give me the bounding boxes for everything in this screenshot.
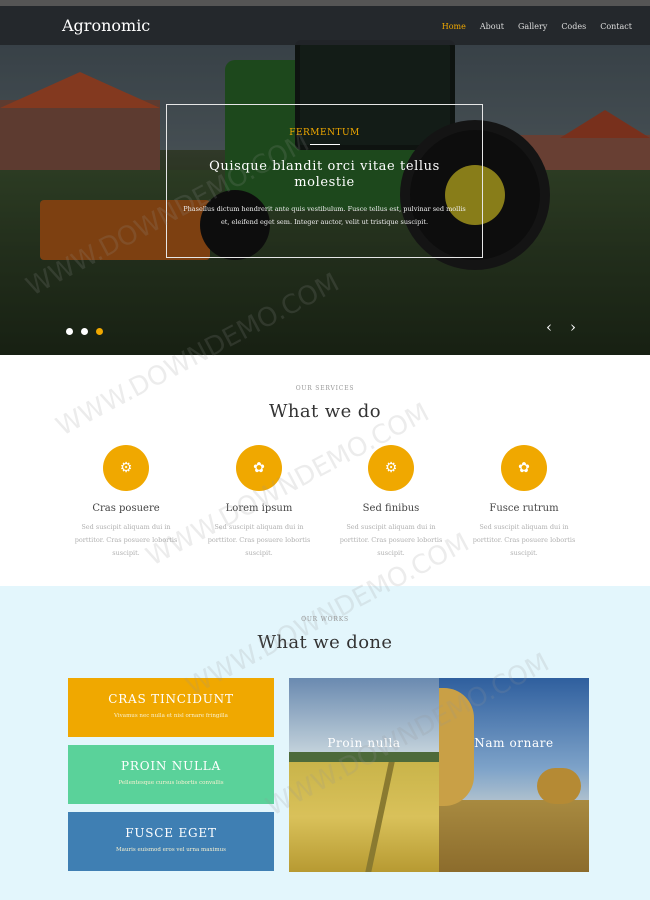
service-item: ✿ Fusce rutrum Sed suscipit aliquam dui … [468, 445, 580, 560]
slider-next-icon[interactable]: › [570, 318, 576, 336]
works-title: What we done [257, 632, 393, 653]
work-photo-wheat-field[interactable]: Proin nulla [289, 678, 439, 872]
slider-prev-icon[interactable]: ‹ [546, 318, 552, 336]
work-card-proin-nulla[interactable]: PROIN NULLA Pellentesque cursus lobortis… [68, 745, 274, 804]
nav-contact[interactable]: Contact [600, 22, 632, 31]
hay-bale-small [537, 768, 581, 804]
top-nav-bar: Agronomic Home About Gallery Codes Conta… [0, 0, 650, 45]
service-text: Sed suscipit aliquam dui in porttitor. C… [74, 523, 178, 557]
nav-codes[interactable]: Codes [561, 22, 586, 31]
services-kicker: OUR SERVICES [295, 385, 355, 392]
hero-divider [309, 144, 340, 145]
work-card-subtitle: Mauris euismod eros vel urna maximus [116, 847, 226, 853]
leaf-icon[interactable]: ✿ [501, 445, 547, 491]
photo-treeline [289, 752, 439, 762]
slider-dot-3[interactable] [96, 328, 103, 335]
main-nav: Home About Gallery Codes Contact [442, 22, 632, 31]
slider-dot-1[interactable] [66, 328, 73, 335]
site-logo[interactable]: Agronomic [62, 16, 150, 35]
work-card-cras-tincidunt[interactable]: CRAS TINCIDUNT Vivamus nec nulla et nisl… [68, 678, 274, 737]
service-title[interactable]: Fusce rutrum [468, 503, 580, 514]
service-title[interactable]: Lorem ipsum [203, 503, 315, 514]
photo-stubble [439, 800, 589, 872]
hero-kicker: FERMENTUM [289, 128, 360, 138]
work-card-subtitle: Pellentesque cursus lobortis convallis [118, 780, 224, 786]
service-item: ✿ Lorem ipsum Sed suscipit aliquam dui i… [203, 445, 315, 560]
photo-caption: Proin nulla [327, 736, 401, 750]
work-card-title: PROIN NULLA [120, 759, 222, 773]
services-title: What we do [269, 401, 381, 422]
service-text: Sed suscipit aliquam dui in porttitor. C… [339, 523, 443, 557]
slider-dot-2[interactable] [81, 328, 88, 335]
leaf-icon[interactable]: ✿ [236, 445, 282, 491]
gear-icon[interactable]: ⚙ [368, 445, 414, 491]
photo-wheat [289, 762, 439, 872]
work-card-subtitle: Vivamus nec nulla et nisl ornare fringil… [114, 713, 228, 719]
service-text: Sed suscipit aliquam dui in porttitor. C… [207, 523, 311, 557]
work-card-fusce-eget[interactable]: FUSCE EGET Mauris euismod eros vel urna … [68, 812, 274, 871]
hero-slider: Agronomic Home About Gallery Codes Conta… [0, 0, 650, 355]
service-item: ⚙ Cras posuere Sed suscipit aliquam dui … [70, 445, 182, 560]
service-title[interactable]: Cras posuere [70, 503, 182, 514]
works-kicker: OUR WORKS [301, 616, 349, 623]
works-section: OUR WORKS What we done CRAS TINCIDUNT Vi… [0, 586, 650, 900]
gear-icon[interactable]: ⚙ [103, 445, 149, 491]
photo-caption: Nam ornare [474, 736, 554, 750]
nav-gallery[interactable]: Gallery [518, 22, 547, 31]
work-card-title: CRAS TINCIDUNT [108, 692, 234, 706]
service-text: Sed suscipit aliquam dui in porttitor. C… [472, 523, 576, 557]
hero-text: Phasellus dictum hendrerit ante quis ves… [183, 205, 466, 226]
nav-about[interactable]: About [480, 22, 504, 31]
service-title[interactable]: Sed finibus [335, 503, 447, 514]
services-section: OUR SERVICES What we do ⚙ Cras posuere S… [0, 355, 650, 586]
slider-dots [66, 328, 103, 335]
hero-title: Quisque blandit orci vitae tellus molest… [209, 159, 440, 190]
hero-caption-box: FERMENTUM Quisque blandit orci vitae tel… [166, 104, 483, 258]
work-photo-hay-bales[interactable]: Nam ornare [439, 678, 589, 872]
work-card-title: FUSCE EGET [125, 826, 217, 840]
nav-home[interactable]: Home [442, 22, 466, 31]
service-item: ⚙ Sed finibus Sed suscipit aliquam dui i… [335, 445, 447, 560]
